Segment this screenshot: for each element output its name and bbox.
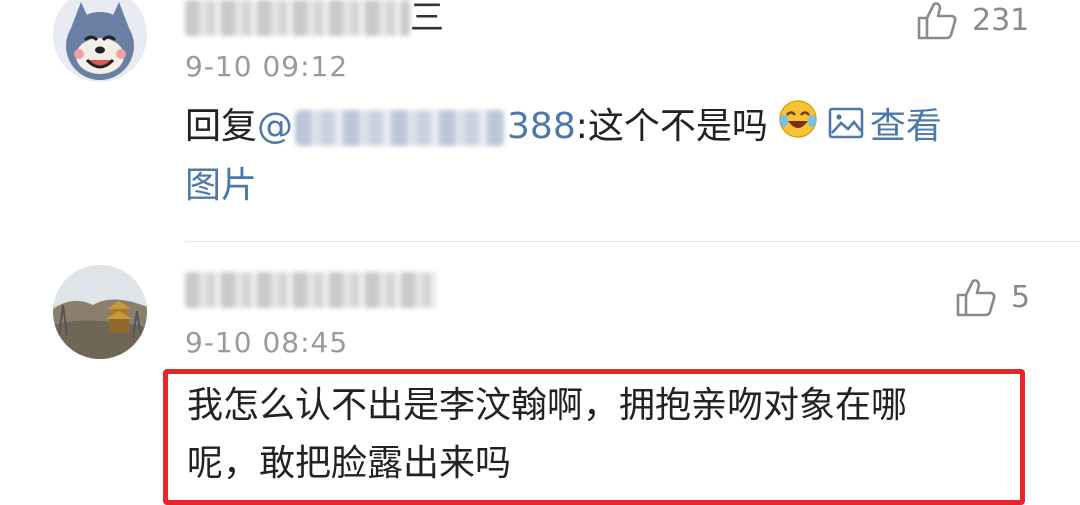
reply-prefix: 回复: [185, 106, 258, 147]
cartoon-cat-avatar-icon: [53, 0, 147, 82]
like-count: 5: [1011, 279, 1031, 315]
comment-text: 我怎么认不出是李汶翰啊，拥抱亲吻对象在哪 呢，敢把脸露出来吗: [187, 377, 1007, 493]
username-blurred[interactable]: [185, 0, 410, 36]
thumbs-up-icon: [917, 2, 957, 40]
like-button[interactable]: 5: [955, 277, 1030, 317]
like-count: 231: [972, 2, 1030, 38]
comment-text-line1: 我怎么认不出是李汶翰啊，拥抱亲吻对象在哪: [187, 385, 908, 426]
comment-text: 回复@ 388:这个不是吗 查看 图片: [185, 98, 1015, 215]
avatar[interactable]: [53, 265, 147, 359]
reply-text: :这个不是吗: [575, 106, 768, 147]
image-icon: [828, 99, 864, 157]
comment-text-line2: 呢，敢把脸露出来吗: [187, 443, 512, 484]
comment-time: 9-10 09:12: [185, 50, 349, 83]
landscape-photo-avatar-icon: [53, 265, 147, 359]
laughing-tears-emoji-icon: [778, 99, 818, 157]
like-button[interactable]: 231: [916, 0, 1029, 40]
mention-link[interactable]: @388: [257, 106, 576, 147]
mention-blurred: [295, 110, 506, 146]
comment-time: 9-10 08:45: [185, 326, 349, 359]
comment-divider: [185, 241, 1080, 242]
username-blurred[interactable]: [185, 272, 437, 308]
avatar[interactable]: [53, 0, 147, 82]
thumbs-up-icon: [956, 279, 996, 317]
username-suffix[interactable]: 三: [410, 0, 444, 36]
